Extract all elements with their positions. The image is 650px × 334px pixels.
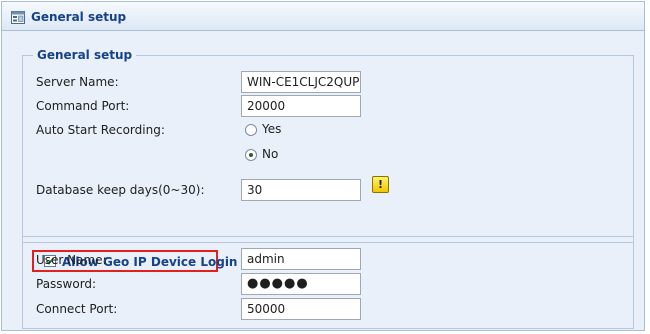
general-setup-legend: General setup [37, 48, 133, 62]
command-port-input[interactable]: 20000 [241, 95, 361, 117]
server-name-input[interactable]: WIN-CE1CLJC2QUP [241, 71, 361, 93]
auto-start-recording-label: Auto Start Recording: [36, 123, 165, 137]
user-name-label: User Name: [36, 253, 107, 267]
password-label: Password: [36, 277, 97, 291]
database-keep-days-input[interactable]: 30 [241, 179, 361, 201]
password-input[interactable]: ●●●●● [241, 273, 361, 295]
panel-icon [11, 11, 25, 24]
panel-header: General setup [1, 1, 645, 31]
connect-port-label: Connect Port: [36, 302, 118, 316]
database-keep-days-label: Database keep days(0~30): [36, 183, 205, 197]
connect-port-input[interactable]: 50000 [241, 298, 361, 320]
auto-start-yes-label[interactable]: Yes [262, 122, 281, 136]
help-icon[interactable]: ! [372, 176, 389, 193]
auto-start-no-label[interactable]: No [262, 147, 278, 161]
settings-panel: General setup Server Name: WIN-CE1CLJC2Q… [1, 31, 645, 331]
auto-start-yes-radio[interactable] [245, 124, 257, 136]
auto-start-no-radio[interactable] [245, 149, 257, 161]
page-title: General setup [31, 10, 127, 24]
user-name-input[interactable]: admin [241, 248, 361, 270]
command-port-label: Command Port: [36, 99, 130, 113]
server-name-label: Server Name: [36, 75, 119, 89]
